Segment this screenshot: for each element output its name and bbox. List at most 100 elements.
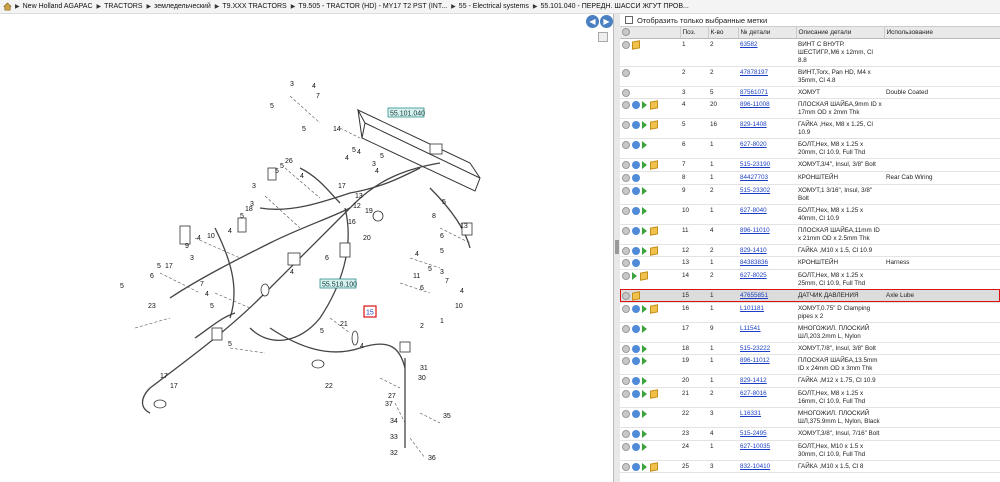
callout-label[interactable]: 1 xyxy=(440,318,444,325)
breadcrumb-item[interactable]: ▶ T9.505 - TRACTOR (HD) - MY17 T2 PST (IN… xyxy=(291,3,447,10)
info-icon[interactable] xyxy=(622,324,630,333)
table-row[interactable]: 14 2 627-8025 БОЛТ,Hex, M8 x 1.25 x 25mm, C… xyxy=(620,269,1000,290)
cell-part-number[interactable]: 515-23190 xyxy=(738,158,796,172)
callout-label[interactable]: 5 xyxy=(280,163,284,170)
callout-label[interactable]: 11 xyxy=(413,273,420,280)
history-icon[interactable] xyxy=(632,324,640,333)
info-icon[interactable] xyxy=(622,40,630,49)
info-icon[interactable] xyxy=(622,409,630,418)
table-row[interactable]: 20 1 829-1412 ГАЙКА ,M12 x 1.75, Cl 10.9 xyxy=(620,374,1000,388)
history-icon[interactable] xyxy=(632,121,640,130)
callout-label[interactable]: 31 xyxy=(420,365,428,372)
callout-label[interactable]: 22 xyxy=(325,383,333,390)
table-row[interactable]: 11 4 896-11010 ПЛОСКАЯ ШАЙБА,11mm ID x 21mm… xyxy=(620,224,1000,245)
callout-label[interactable]: 23 xyxy=(148,303,156,310)
history-icon[interactable] xyxy=(632,377,640,386)
cell-part-number[interactable]: 84427703 xyxy=(738,171,796,185)
table-row[interactable]: 12 2 829-1410 ГАЙКА ,M10 x 1.5, Cl 10.9 xyxy=(620,244,1000,258)
callout-label[interactable]: 33 xyxy=(390,434,398,441)
cell-part-number[interactable]: 87561071 xyxy=(738,86,796,100)
callout-label[interactable]: 3 xyxy=(190,255,194,262)
callout-label[interactable]: 36 xyxy=(428,455,436,462)
table-row[interactable]: 23 4 515-2495 ХОМУТ,3/8", Insul, 7/16" Bolt xyxy=(620,427,1000,441)
zoom-fit-icon[interactable] xyxy=(598,32,608,42)
callout-label[interactable]: 26 xyxy=(285,158,293,165)
breadcrumb-item[interactable]: ▶ 55 - Electrical systems xyxy=(451,3,529,10)
package-icon[interactable] xyxy=(650,100,658,110)
table-row[interactable]: 7 1 515-23190 ХОМУТ,3/4", Insul, 3/8" Bolt xyxy=(620,158,1000,172)
callout-label[interactable]: 2 xyxy=(420,323,424,330)
filter-checkbox[interactable] xyxy=(625,16,633,24)
cell-part-number[interactable]: 829-1412 xyxy=(738,374,796,388)
callout-label[interactable]: 35 xyxy=(443,413,451,420)
callout-label[interactable]: 6 xyxy=(420,285,424,292)
history-icon[interactable] xyxy=(632,206,640,215)
history-icon[interactable] xyxy=(632,186,640,195)
table-row[interactable]: 8 1 84427703 КРОНШТЕЙН Rear Cab Wiring xyxy=(620,171,1000,185)
callout-label[interactable]: 6 xyxy=(325,255,329,262)
history-icon[interactable] xyxy=(632,429,640,438)
callout-label[interactable]: 7 xyxy=(316,93,320,100)
callout-label[interactable]: 17 xyxy=(338,183,346,190)
table-row[interactable]: 9 2 515-23302 ХОМУТ,1 3/16", Insul, 3/8" Bo… xyxy=(620,184,1000,205)
history-icon[interactable] xyxy=(632,344,640,353)
cell-part-number[interactable]: 832-10410 xyxy=(738,460,796,474)
table-row[interactable]: 13 1 84383836 КРОНШТЕЙН Harness xyxy=(620,256,1000,270)
package-icon[interactable] xyxy=(650,245,658,256)
info-icon[interactable] xyxy=(622,88,630,97)
breadcrumb-item[interactable]: ▶ земледельческий xyxy=(147,3,211,10)
breadcrumb-item[interactable]: ▶ 55.101.040 - ПЕРЕДН. ШАССИ ЖГУТ ПРОВ... xyxy=(533,3,689,10)
info-icon[interactable] xyxy=(622,226,630,235)
add-to-cart-icon[interactable] xyxy=(642,206,647,215)
cell-part-number[interactable]: 627-8020 xyxy=(738,138,796,160)
callout-label[interactable]: 7 xyxy=(445,278,449,285)
callout-label[interactable]: 4 xyxy=(197,235,201,242)
history-icon[interactable] xyxy=(632,357,640,366)
callout-label[interactable]: 17 xyxy=(160,373,168,380)
back-arrow-icon[interactable]: ◀ xyxy=(586,15,599,28)
callout-label[interactable]: 5 xyxy=(352,147,356,154)
highlight-callout-15[interactable]: 15 xyxy=(363,305,377,318)
add-to-cart-icon[interactable] xyxy=(642,161,647,170)
package-icon[interactable] xyxy=(650,160,658,170)
add-to-cart-icon[interactable] xyxy=(642,324,647,333)
history-icon[interactable] xyxy=(632,226,640,235)
home-icon[interactable] xyxy=(3,2,12,11)
add-to-cart-icon[interactable] xyxy=(642,226,647,235)
cell-part-number[interactable]: L101181 xyxy=(738,302,796,323)
callout-label[interactable]: 5 xyxy=(270,103,274,110)
callout-label[interactable]: 5 xyxy=(320,328,324,335)
callout-label[interactable]: 4 xyxy=(460,288,464,295)
cell-part-number[interactable]: 627-8040 xyxy=(738,204,796,225)
info-icon[interactable] xyxy=(622,173,630,182)
info-icon[interactable] xyxy=(622,246,630,255)
callout-label[interactable]: 4 xyxy=(345,155,349,162)
history-icon[interactable] xyxy=(632,246,640,255)
callout-label[interactable]: 5 xyxy=(275,168,279,175)
add-to-cart-icon[interactable] xyxy=(642,442,647,451)
info-icon[interactable] xyxy=(622,389,630,398)
info-icon[interactable] xyxy=(622,344,630,353)
add-to-cart-icon[interactable] xyxy=(642,121,647,130)
header-use[interactable]: Использование xyxy=(884,27,1000,39)
add-to-cart-icon[interactable] xyxy=(642,409,647,418)
cell-part-number[interactable]: 896-11012 xyxy=(738,354,796,376)
callout-label[interactable]: 4 xyxy=(375,168,379,175)
callout-label[interactable]: 17 xyxy=(165,263,173,270)
callout-label[interactable]: 4 xyxy=(415,251,419,258)
callout-label[interactable]: 5 xyxy=(380,153,384,160)
callout-label[interactable]: 5 xyxy=(302,126,306,133)
callout-label[interactable]: 5 xyxy=(440,248,444,255)
info-icon[interactable] xyxy=(622,186,630,195)
info-icon[interactable] xyxy=(622,101,630,110)
add-to-cart-icon[interactable] xyxy=(632,271,637,280)
callout-label[interactable]: 34 xyxy=(390,418,398,425)
callout-label[interactable]: 16 xyxy=(348,219,356,226)
filter-row[interactable]: Отобразить только выбранные метки xyxy=(620,14,1000,27)
table-row[interactable]: 3 5 87561071 ХОМУТ Double Coated xyxy=(620,86,1000,100)
callout-label[interactable]: 14 xyxy=(333,126,341,133)
cell-part-number[interactable]: 515-23222 xyxy=(738,342,796,356)
callout-label[interactable]: 4 xyxy=(357,149,361,156)
table-row[interactable]: 1 2 63582 ВИНТ С ВНУТР. ШЕСТИГР.,М6 x 12mm,… xyxy=(620,38,1000,67)
callout-label[interactable]: 12 xyxy=(353,203,361,210)
